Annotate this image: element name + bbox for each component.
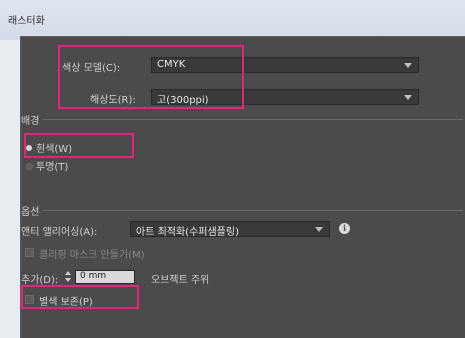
chevron-down-icon [315,227,323,232]
clipping-mask-label[interactable]: 클리핑 마스크 만들기(M) [39,246,145,261]
radio-transparent[interactable] [26,163,33,170]
resolution-dropdown[interactable]: 고(300ppi) [151,89,419,106]
radio-white-label[interactable]: 흰색(W) [36,140,72,155]
chevron-down-icon [404,63,412,68]
section-divider [43,210,463,211]
add-around-suffix: 오브젝트 주위 [151,275,210,286]
resolution-value: 고(300ppi) [157,95,209,106]
color-model-dropdown[interactable]: CMYK [151,57,419,73]
background-section-label: 배경 [21,116,40,127]
radio-white[interactable] [26,145,32,151]
clipping-mask-checkbox[interactable] [25,248,34,257]
title-bar: 래스터화 [0,0,465,40]
dialog-title: 래스터화 [8,16,45,27]
dialog-panel: 색상 모델(C): CMYK 해상도(R): 고(300ppi) 배경 흰색(W… [20,36,465,338]
add-around-stepper[interactable] [65,271,72,283]
add-around-input[interactable]: 0 mm [75,270,135,284]
color-model-label: 색상 모델(C): [62,63,121,74]
resolution-label: 해상도(R): [90,95,136,106]
add-around-value: 0 mm [80,271,107,281]
rasterize-dialog: 래스터화 색상 모델(C): CMYK 해상도(R): 고(300ppi) 배경… [0,0,465,338]
radio-transparent-label[interactable]: 투명(T) [36,158,68,173]
options-section-label: 옵션 [21,207,40,218]
preserve-spot-label[interactable]: 별색 보존(P) [39,293,93,308]
anti-alias-value: 아트 최적화(수퍼샘플링) [136,227,239,238]
chevron-down-icon [404,95,412,100]
stepper-down-icon[interactable] [65,278,71,282]
info-icon[interactable]: i [339,223,350,234]
add-around-label: 추가(D): [21,275,59,286]
stepper-up-icon[interactable] [65,271,71,275]
preserve-spot-checkbox[interactable] [25,295,34,304]
color-model-value: CMYK [157,59,186,70]
anti-alias-label: 앤티 앨리어싱(A): [21,227,98,238]
section-divider [43,119,463,120]
anti-alias-dropdown[interactable]: 아트 최적화(수퍼샘플링) [130,221,330,238]
